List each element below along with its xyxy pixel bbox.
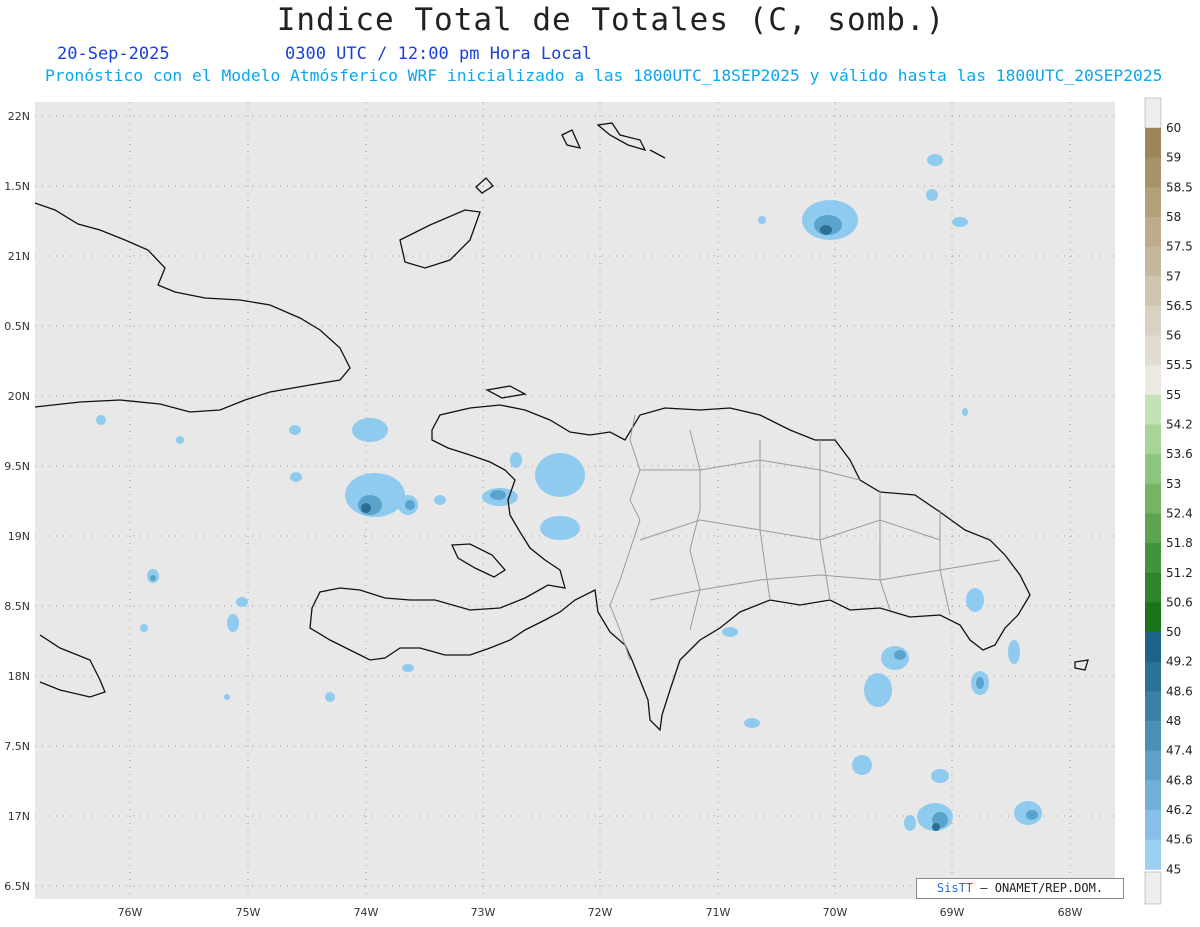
colorbar-segment bbox=[1145, 809, 1161, 840]
colorbar-label: 59 bbox=[1166, 151, 1181, 165]
colorbar-label: 54.2 bbox=[1166, 418, 1193, 432]
credit-box: SisTT – ONAMET/REP.DOM. bbox=[916, 878, 1124, 899]
colorbar-label: 46.8 bbox=[1166, 773, 1193, 787]
colorbar-segment bbox=[1145, 483, 1161, 514]
colorbar-segment bbox=[1145, 394, 1161, 425]
longitude-labels: 76W 75W 74W 73W 72W 71W 70W 69W 68W bbox=[118, 906, 1083, 919]
colorbar-segment bbox=[1145, 128, 1161, 159]
colorbar-label: 47.4 bbox=[1166, 744, 1193, 758]
colorbar-label: 58.5 bbox=[1166, 180, 1193, 194]
lon-label: 68W bbox=[1058, 906, 1083, 919]
lat-label: 18N bbox=[8, 670, 30, 683]
colorbar-segment bbox=[1145, 839, 1161, 870]
colorbar-label: 48 bbox=[1166, 714, 1181, 728]
colorbar-label: 45.6 bbox=[1166, 833, 1193, 847]
colorbar-label: 52.4 bbox=[1166, 507, 1193, 521]
colorbar-label: 45 bbox=[1166, 862, 1181, 876]
colorbar-segment bbox=[1145, 602, 1161, 633]
colorbar-label: 51.8 bbox=[1166, 536, 1193, 550]
colorbar-segment bbox=[1145, 276, 1161, 307]
credit-text: – ONAMET/REP.DOM. bbox=[980, 881, 1104, 895]
lon-label: 70W bbox=[823, 906, 848, 919]
lon-label: 69W bbox=[940, 906, 965, 919]
colorbar: 60 59 58.5 58 57.5 57 56.5 56 55.5 55 54.2 53.6 53 52… bbox=[1144, 97, 1193, 905]
map-figure: 22N 1.5N 21N 0.5N 20N 9.5N 19N 8.5N 18N … bbox=[4, 97, 1193, 919]
lat-label: 8.5N bbox=[4, 600, 30, 613]
lon-label: 71W bbox=[706, 906, 731, 919]
colorbar-label: 48.6 bbox=[1166, 684, 1193, 698]
colorbar-segment bbox=[1145, 691, 1161, 722]
colorbar-segment bbox=[1145, 365, 1161, 396]
colorbar-segment bbox=[1145, 216, 1161, 247]
lat-label: 20N bbox=[8, 390, 30, 403]
lat-label: 9.5N bbox=[4, 460, 30, 473]
colorbar-label: 56.5 bbox=[1166, 299, 1193, 313]
colorbar-segment bbox=[1145, 424, 1161, 455]
colorbar-label: 50.6 bbox=[1166, 595, 1193, 609]
colorbar-segment bbox=[1145, 780, 1161, 811]
colorbar-segment bbox=[1145, 454, 1161, 485]
lon-label: 76W bbox=[118, 906, 143, 919]
lat-label: 1.5N bbox=[4, 180, 30, 193]
colorbar-label: 53.6 bbox=[1166, 447, 1193, 461]
lat-label: 21N bbox=[8, 250, 30, 263]
colorbar-top-cap bbox=[1144, 97, 1162, 129]
colorbar-segment bbox=[1145, 721, 1161, 752]
lat-label: 22N bbox=[8, 110, 30, 123]
colorbar-label: 53 bbox=[1166, 477, 1181, 491]
colorbar-label: 56 bbox=[1166, 329, 1181, 343]
colorbar-label: 55.5 bbox=[1166, 358, 1193, 372]
colorbar-bottom-cap bbox=[1144, 871, 1162, 905]
colorbar-segment bbox=[1145, 632, 1161, 663]
lat-label: 19N bbox=[8, 530, 30, 543]
colorbar-segment bbox=[1145, 572, 1161, 603]
lat-label: 7.5N bbox=[4, 740, 30, 753]
colorbar-segment bbox=[1145, 513, 1161, 544]
colorbar-segment bbox=[1145, 187, 1161, 218]
colorbar-segment bbox=[1145, 543, 1161, 574]
colorbar-segment bbox=[1145, 246, 1161, 277]
colorbar-segment bbox=[1145, 661, 1161, 692]
colorbar-label: 60 bbox=[1166, 121, 1181, 135]
colorbar-label: 46.2 bbox=[1166, 803, 1193, 817]
lat-label: 6.5N bbox=[4, 880, 30, 893]
colorbar-segment bbox=[1145, 157, 1161, 188]
sistt-logo: SisTT bbox=[936, 881, 974, 895]
colorbar-label: 49.2 bbox=[1166, 655, 1193, 669]
colorbar-segment bbox=[1145, 750, 1161, 781]
colorbar-label: 51.2 bbox=[1166, 566, 1193, 580]
colorbar-label: 50 bbox=[1166, 625, 1181, 639]
lon-label: 72W bbox=[588, 906, 613, 919]
lon-label: 73W bbox=[471, 906, 496, 919]
lat-label: 0.5N bbox=[4, 320, 30, 333]
lon-label: 75W bbox=[236, 906, 261, 919]
colorbar-segment bbox=[1145, 335, 1161, 366]
colorbar-label: 55 bbox=[1166, 388, 1181, 402]
latitude-labels: 22N 1.5N 21N 0.5N 20N 9.5N 19N 8.5N 18N … bbox=[4, 110, 30, 893]
colorbar-label: 57.5 bbox=[1166, 240, 1193, 254]
colorbar-label: 58 bbox=[1166, 210, 1181, 224]
colorbar-segment bbox=[1145, 305, 1161, 336]
lat-label: 17N bbox=[8, 810, 30, 823]
lon-label: 74W bbox=[354, 906, 379, 919]
colorbar-label: 57 bbox=[1166, 269, 1181, 283]
